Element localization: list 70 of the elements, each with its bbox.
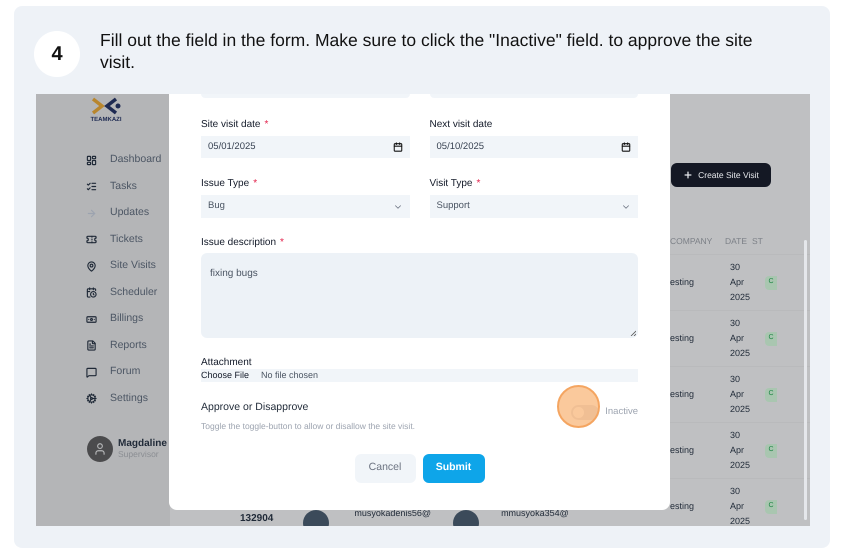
sidebar-item[interactable]: Dashboard [86,147,170,174]
select-field[interactable]: Bug [201,195,410,218]
ticket-icon [86,234,97,246]
banknote-icon [86,314,97,325]
field-label: Issue Type [201,176,250,190]
table-cell-text: esting [670,444,696,457]
sidebar-item[interactable]: Site Visits [86,253,170,280]
choose-file-button[interactable]: Choose File [201,368,250,382]
submit-button[interactable]: Submit [422,454,484,482]
user-name: Magdaline [118,438,167,449]
attachment-label: Attachment [201,356,253,369]
field-label: Site visit date [201,118,260,132]
table-cell-text: 132904 [240,512,274,526]
sidebar-item[interactable]: Tasks [86,174,170,200]
grid-icon [86,154,97,166]
document-icon [86,340,97,352]
table-cell-text: 30 Apr 2025 [730,261,752,304]
file-status: No file chosen [261,368,318,382]
required-mark: * [253,176,258,190]
cancel-button[interactable]: Cancel [354,454,416,482]
sidebar-item[interactable]: Updates [86,200,170,226]
calendar-icon [86,287,97,298]
table-cell-text: esting [670,276,696,289]
column-header: DATE [725,234,748,248]
description-field[interactable]: fixing bugs [201,253,638,338]
calendar-icon [392,142,402,152]
toggle-switch[interactable] [571,405,600,420]
select-field[interactable]: Support [430,195,638,218]
column-header: ST [752,234,764,248]
sidebar-item[interactable]: Settings [86,386,170,412]
required-mark: * [476,176,480,190]
sidebar-item[interactable]: Reports [86,332,170,359]
sidebar-item[interactable]: Forum [86,359,170,386]
table-cell-text: 30 Apr 2025 [730,429,752,472]
sidebar-item[interactable]: Scheduler [86,280,170,306]
user-icon [93,442,107,456]
approval-hint: Toggle the toggle-button to allow or disallow the site visit. [201,420,416,432]
approval-label: Approve or Disapprove [201,400,310,415]
field-label: Visit Type [430,176,472,190]
table-cell-text: 30 Apr 2025 [730,317,752,360]
required-mark: * [280,236,284,250]
resize-handle-icon [630,330,636,336]
plus-icon [683,170,694,180]
column-header: COMPANY [670,234,714,248]
table-cell-text: esting [670,332,696,345]
checklist-icon [86,181,97,192]
step-number: 4 [34,31,80,77]
logo-icon [90,96,122,116]
field-label: Issue description [201,236,276,250]
sidebar-item[interactable]: Billings [86,306,170,332]
settings-icon [86,393,97,404]
click-highlight [557,385,600,428]
toggle-state-label: Inactive [605,405,638,420]
table-cell: musyokadenis56@ [354,506,432,520]
required-mark: * [264,118,268,132]
calendar-icon [621,142,631,152]
table-cell: mmusyoka354@ [501,506,569,520]
create-site-visit-button[interactable]: Create Site Visit [671,163,771,187]
sidebar-item[interactable]: Tickets [86,226,170,253]
map-pin-icon [86,260,97,272]
table-cell-text: 30 Apr 2025 [730,373,752,416]
field-label: Next visit date [430,118,492,132]
table-cell-text: esting [670,500,696,513]
chat-icon [86,366,97,378]
date-field[interactable]: 05/01/2025 [201,136,410,158]
table-cell-text: 30 Apr 2025 [730,485,752,526]
table-cell-text: esting [670,388,696,401]
arrow-icon [86,208,97,219]
date-field[interactable]: 05/10/2025 [430,136,638,158]
step-instruction: Fill out the field in the form. Make sure to click the "Inactive" field. to approve the site visit. [100,29,754,73]
